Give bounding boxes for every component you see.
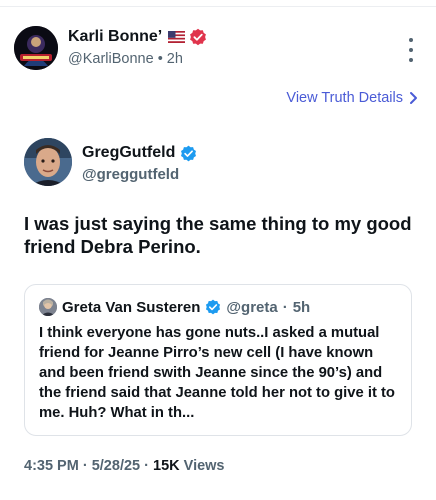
more-vertical-icon (409, 38, 413, 42)
quoted-handle: @greta (226, 298, 278, 316)
verified-badge-icon (206, 299, 221, 315)
meta-dot: · (82, 458, 88, 474)
view-details-label: View Truth Details (286, 90, 403, 106)
author-handle[interactable]: @KarliBonne (68, 51, 154, 67)
more-options-button[interactable] (404, 38, 418, 62)
more-dot (409, 48, 413, 52)
quoted-name: Greta Van Susteren (62, 298, 201, 316)
quoted-post-card[interactable]: Greta Van Susteren @greta · 5h I think e… (24, 284, 412, 436)
quoted-post-header: Greta Van Susteren @greta · 5h (39, 297, 397, 317)
post-text: I was just saying the same thing to my g… (24, 213, 412, 257)
meta-dot: · (144, 458, 149, 474)
post-age: 2h (166, 51, 183, 67)
author-name-row: Karli Bonne’ (68, 28, 207, 46)
author-avatar[interactable] (14, 26, 58, 70)
verified-badge-icon (181, 145, 197, 161)
chevron-right-icon (410, 92, 417, 104)
views-label: Views (183, 458, 225, 474)
top-divider (0, 6, 436, 7)
more-dot (409, 58, 413, 62)
verified-badge-icon (190, 28, 207, 46)
reposted-name[interactable]: GregGutfeld (82, 144, 175, 162)
us-flag-icon (168, 31, 186, 43)
author-name[interactable]: Karli Bonne’ (68, 28, 162, 46)
quoted-age: 5h (292, 298, 311, 316)
views-count: 15K (153, 458, 180, 474)
quoted-avatar (39, 298, 57, 316)
post-time: 4:35 PM (24, 458, 79, 474)
view-details-link[interactable]: View Truth Details (286, 90, 418, 106)
post-meta: 4:35 PM · 5/28/25 · 15K Views (24, 458, 225, 474)
reposted-name-row: GregGutfeld (82, 144, 197, 162)
post-header: Karli Bonne’ @KarliBonne • 2h (14, 26, 422, 76)
author-handle-row: @KarliBonne • 2h (68, 51, 183, 67)
quoted-dot: · (282, 298, 288, 316)
reposted-handle[interactable]: @greggutfeld (82, 166, 179, 183)
separator-dot: • (157, 51, 163, 67)
reposted-avatar[interactable] (24, 138, 72, 186)
quoted-post-text: I think everyone has gone nuts..I asked … (39, 325, 395, 421)
post-date: 5/28/25 (91, 458, 141, 474)
reposted-author: GregGutfeld @greggutfeld (24, 138, 416, 198)
